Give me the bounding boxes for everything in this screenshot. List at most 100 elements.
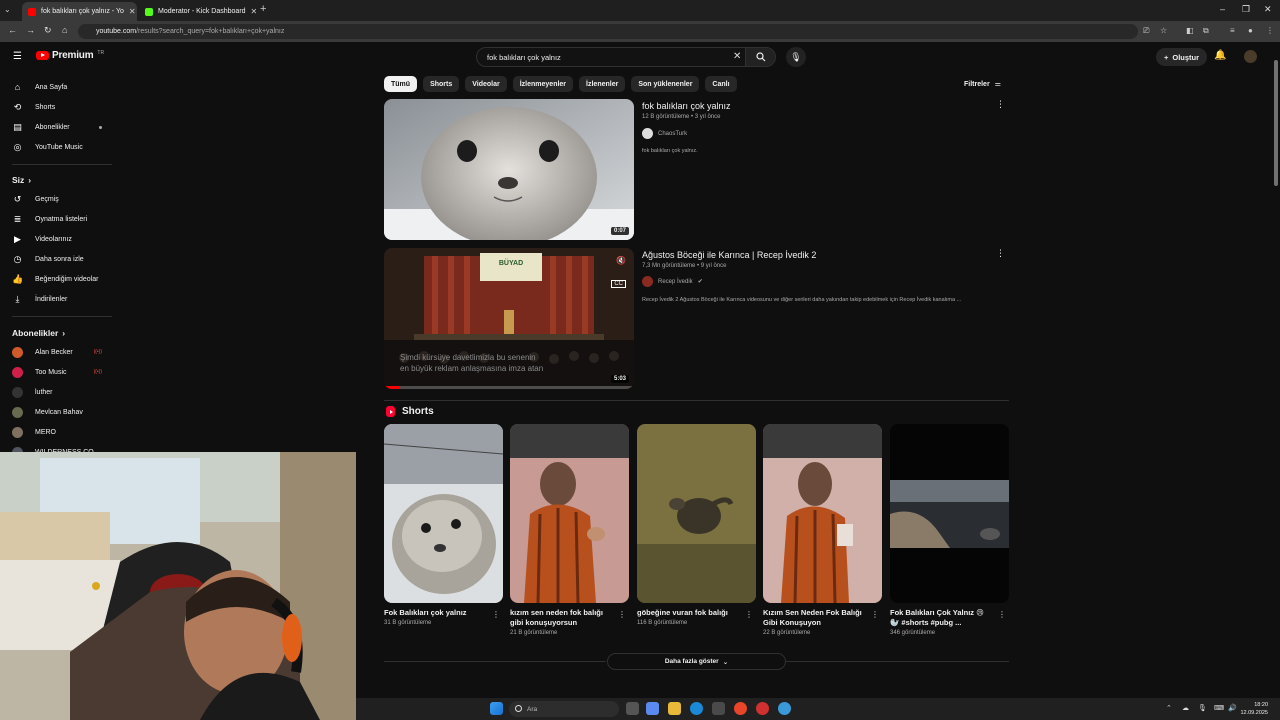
more-options-icon[interactable]: ⋮ <box>998 610 1006 619</box>
video-thumbnail[interactable]: 0:07 <box>384 99 634 240</box>
extensions-puzzle-icon[interactable]: ⧉ <box>1203 26 1209 36</box>
sidebar-item-your-videos[interactable]: ▶ Videolarınız <box>0 229 116 249</box>
network-icon[interactable]: ⌨ <box>1214 704 1224 712</box>
more-options-icon[interactable]: ⋮ <box>618 610 626 619</box>
short-card[interactable]: kızım sen neden fok balığı gibi konuşuyo… <box>510 424 629 636</box>
sidebar-item-liked[interactable]: 👍 Beğendiğim videolar <box>0 269 116 289</box>
youtube-logo[interactable]: Premium TR <box>36 50 104 61</box>
short-card[interactable]: Kızım Sen Neden Fok Balığı Gibi Konuşuyo… <box>763 424 882 636</box>
create-button[interactable]: + Oluştur <box>1156 48 1208 66</box>
sidebar-sub-mevlcan[interactable]: Mevlcan Bahav <box>0 402 116 422</box>
more-options-icon[interactable]: ⋮ <box>871 610 879 619</box>
chip-live[interactable]: Canlı <box>705 76 737 92</box>
bookmark-star-icon[interactable]: ☆ <box>1160 26 1167 35</box>
media-icon[interactable]: ≡ <box>1230 26 1235 35</box>
short-thumbnail[interactable] <box>890 424 1009 603</box>
more-options-icon[interactable]: ⋮ <box>996 99 1005 110</box>
forward-icon[interactable]: → <box>26 25 35 35</box>
copilot-icon[interactable] <box>646 702 659 715</box>
chip-unwatched[interactable]: İzlenmeyenler <box>512 76 574 92</box>
taskbar-search[interactable]: Ara <box>509 701 619 717</box>
sidebar-item-downloads[interactable]: ⤓ İndirilenler <box>0 289 116 309</box>
new-tab-icon[interactable]: + <box>260 3 266 15</box>
tab-close-icon[interactable]: ✕ <box>251 7 256 16</box>
short-card[interactable]: Fok Balıkları çok yalnız 31 B görüntülem… <box>384 424 503 626</box>
notifications-bell-icon[interactable]: 🔔 <box>1214 50 1226 61</box>
chip-all[interactable]: Tümü <box>384 76 418 92</box>
system-clock[interactable]: 18:20 12.09.2025 <box>1240 701 1268 717</box>
short-card[interactable]: göbeğine vuran fok balığı 116 B görüntül… <box>637 424 756 626</box>
tab-search-icon[interactable]: ⌄ <box>4 5 11 14</box>
account-avatar[interactable] <box>1244 50 1257 63</box>
video-thumbnail[interactable]: BÜYAD Şimdi kürsüye davetlimizla bu sene… <box>384 248 634 389</box>
short-card[interactable]: Fok Balıkları Çok Yalnız 😢 🦭 #shorts #pu… <box>890 424 1009 636</box>
cloud-icon[interactable]: ☁ <box>1182 704 1189 712</box>
tab-youtube[interactable]: fok balıkları çok yalnız - Yo ✕ <box>22 2 137 21</box>
tab-kick[interactable]: Moderator - Kick Dashboard ✕ <box>139 2 256 21</box>
sidebar-item-music[interactable]: ◎ YouTube Music <box>0 137 116 157</box>
more-options-icon[interactable]: ⋮ <box>745 610 753 619</box>
captions-icon[interactable]: CC <box>611 280 626 288</box>
search-input[interactable]: fok balıkları çok yalnız <box>487 53 561 62</box>
short-thumbnail[interactable] <box>510 424 629 603</box>
sidebar-item-playlists[interactable]: ≣ Oynatma listeleri <box>0 209 116 229</box>
start-windows-icon[interactable] <box>490 702 503 715</box>
voice-search-button[interactable]: 🎙 <box>786 47 806 67</box>
video-channel[interactable]: Recep İvedik ✔ <box>642 276 703 287</box>
sidebar-sub-luther[interactable]: luther <box>0 382 116 402</box>
short-thumbnail[interactable] <box>763 424 882 603</box>
chip-videos[interactable]: Videolar <box>465 76 507 92</box>
back-icon[interactable]: ← <box>8 25 17 35</box>
chip-shorts[interactable]: Shorts <box>423 76 460 92</box>
chip-watched[interactable]: İzlenenler <box>579 76 626 92</box>
mute-icon[interactable]: 🔇 <box>616 256 626 265</box>
sidebar-item-home[interactable]: ⌂ Ana Sayfa <box>0 77 116 97</box>
more-options-icon[interactable]: ⋮ <box>492 610 500 619</box>
window-close-icon[interactable]: ✕ <box>1264 4 1272 15</box>
more-options-icon[interactable]: ⋮ <box>996 248 1005 259</box>
sidebar-item-watch-later[interactable]: ◷ Daha sonra izle <box>0 249 116 269</box>
sidebar-sub-too-music[interactable]: Too Music ((•)) <box>0 362 116 382</box>
short-thumbnail[interactable] <box>384 424 503 603</box>
browser-menu-icon[interactable]: ⋮ <box>1266 26 1274 35</box>
video-channel[interactable]: ChaosTurk <box>642 128 687 139</box>
short-title[interactable]: göbeğine vuran fok balığı <box>637 608 737 618</box>
short-thumbnail[interactable] <box>637 424 756 603</box>
profile-icon[interactable]: ● <box>1248 26 1253 35</box>
short-title[interactable]: Fok Balıkları Çok Yalnız 😢 🦭 #shorts #pu… <box>890 608 990 628</box>
chrome-icon[interactable] <box>734 702 747 715</box>
file-explorer-icon[interactable] <box>668 702 681 715</box>
tray-overflow-icon[interactable]: ⌃ <box>1166 704 1172 712</box>
task-view-icon[interactable] <box>626 702 639 715</box>
filters-button[interactable]: Filtreler ⚌ <box>964 80 1001 89</box>
scrollbar-thumb[interactable] <box>1274 60 1278 186</box>
store-icon[interactable] <box>712 702 725 715</box>
mic-tray-icon[interactable]: 🎙 <box>1198 704 1207 712</box>
menu-icon[interactable]: ☰ <box>13 51 22 62</box>
reload-icon[interactable]: ↻ <box>44 25 52 36</box>
sidebar-sub-alan-becker[interactable]: Alan Becker ((•)) <box>0 342 116 362</box>
search-button[interactable] <box>745 48 775 66</box>
show-more-button[interactable]: Daha fazla göster ⌄ <box>607 653 786 670</box>
home-icon[interactable]: ⌂ <box>62 25 67 35</box>
tab-close-icon[interactable]: ✕ <box>129 7 136 16</box>
volume-icon[interactable]: 🔊 <box>1228 704 1237 712</box>
url-input[interactable]: youtube.com/results?search_query=fok+bal… <box>78 24 1138 39</box>
sidebar-you-heading[interactable]: Siz › <box>12 175 31 185</box>
steam-icon[interactable] <box>778 702 791 715</box>
search-box[interactable]: fok balıkları çok yalnız ✕ <box>476 47 776 67</box>
maximize-icon[interactable]: ❐ <box>1242 4 1250 15</box>
edge-icon[interactable] <box>690 702 703 715</box>
sidebar-item-shorts[interactable]: ⟲ Shorts <box>0 97 116 117</box>
chip-recent[interactable]: Son yüklenenler <box>631 76 700 92</box>
sidebar-sub-mero[interactable]: MERO <box>0 422 116 442</box>
app-icon[interactable] <box>756 702 769 715</box>
clear-search-icon[interactable]: ✕ <box>733 51 741 62</box>
short-title[interactable]: Kızım Sen Neden Fok Balığı Gibi Konuşuyo… <box>763 608 863 628</box>
install-icon[interactable]: ⎚ <box>1143 26 1149 36</box>
video-title[interactable]: Ağustos Böceği ile Karınca | Recep İvedi… <box>642 250 816 260</box>
sidebar-item-subscriptions[interactable]: ▤ Abonelikler <box>0 117 116 137</box>
extension-icon[interactable]: ◧ <box>1186 26 1194 35</box>
short-title[interactable]: kızım sen neden fok balığı gibi konuşuyo… <box>510 608 610 628</box>
page-scrollbar[interactable] <box>1272 42 1280 700</box>
